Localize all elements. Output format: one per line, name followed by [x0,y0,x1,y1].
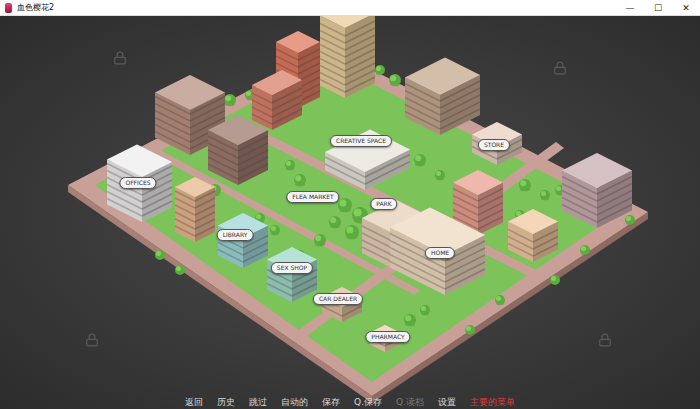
tree [270,225,280,235]
location-label[interactable]: CAR DEALER [313,293,363,305]
building [405,58,480,136]
menu-button[interactable]: Q.保存 [354,396,382,408]
location-label[interactable]: CREATIVE SPACE [330,135,392,147]
menu-button[interactable]: 保存 [322,396,340,408]
building [325,130,410,191]
tree [224,94,236,106]
city-map-screen: CREATIVE SPACE STORE OFFICES FLEA MARKET PAR… [0,16,700,409]
building [508,209,558,262]
building [267,247,317,302]
location-label[interactable]: PARK [370,198,397,210]
tree [345,225,359,239]
window-control[interactable]: ✕ [672,0,700,15]
building [562,153,632,228]
title-bar: 血色樱花2—☐✕ [0,0,700,16]
building [107,145,172,223]
lock-icon [598,333,612,347]
app-icon [5,3,12,13]
tree [155,250,165,260]
tree [285,160,295,170]
tree [550,275,560,285]
menu-button[interactable]: 设置 [438,396,456,408]
building [175,177,215,242]
location-label[interactable]: STORE [478,139,510,151]
menu-button[interactable]: 自动的 [281,396,308,408]
tree [414,154,426,166]
menu-button: Q.读档 [396,396,424,408]
tree [389,74,401,86]
window-title: 血色樱花2 [17,0,616,16]
building [472,122,522,165]
building [320,16,375,98]
tree [314,234,326,246]
lock-icon [85,333,99,347]
tree [338,198,352,212]
menu-button[interactable]: 跳过 [249,396,267,408]
tree [375,65,385,75]
window-control[interactable]: — [616,0,644,15]
location-label[interactable]: PHARMACY [365,331,410,343]
tree [329,216,341,228]
window-control[interactable]: ☐ [644,0,672,15]
tree [519,179,531,191]
menu-button[interactable]: 返回 [185,396,203,408]
lock-icon [113,51,127,65]
building [390,208,485,296]
tree [495,295,505,305]
location-label[interactable]: SEX SHOP [271,262,313,274]
location-label[interactable]: HOME [425,247,455,259]
building [252,70,302,130]
lock-icon [553,61,567,75]
city-map [0,16,700,409]
game-window: 血色樱花2—☐✕ CREATIVE SPACE STORE OFFICES FLEA M… [0,0,700,409]
tree [404,314,416,326]
building [208,115,268,185]
menu-button[interactable]: 历史 [217,396,235,408]
tree [625,215,635,225]
location-label[interactable]: OFFICES [119,177,156,189]
menu-button[interactable]: 主要的菜单 [470,396,515,408]
quick-menu: 返回 历史 跳过 自动的 保存 Q.保存 Q.读档 设置 主要的菜单 [0,395,700,409]
tree [294,174,306,186]
tree [420,305,430,315]
location-label[interactable]: LIBRARY [217,229,254,241]
tree [175,265,185,275]
tree [580,245,590,255]
tree [465,325,475,335]
location-label[interactable]: FLEA MARKET [286,191,339,203]
tree [540,190,550,200]
tree [435,170,445,180]
